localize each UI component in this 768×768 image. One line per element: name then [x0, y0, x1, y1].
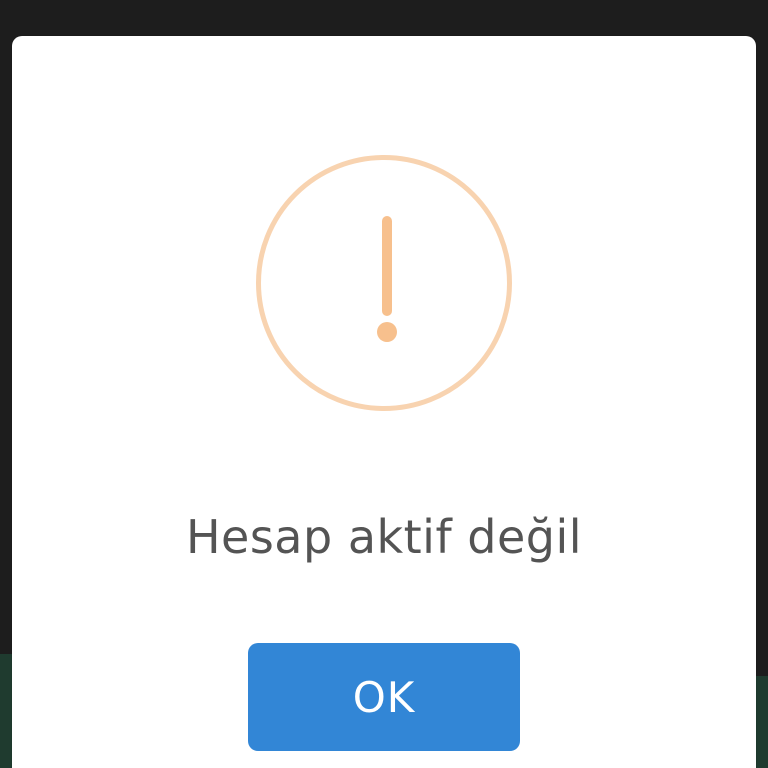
exclamation-icon: [256, 155, 512, 411]
alert-dialog: Hesap aktif değil OK: [12, 36, 756, 768]
ok-button[interactable]: OK: [248, 643, 520, 751]
dialog-title: Hesap aktif değil: [185, 510, 583, 564]
background-accent-right: [756, 676, 768, 768]
exclamation-bar: [382, 216, 392, 316]
exclamation-dot: [377, 322, 397, 342]
screen: Hesap aktif değil OK: [0, 0, 768, 768]
background-accent-left: [0, 654, 12, 768]
